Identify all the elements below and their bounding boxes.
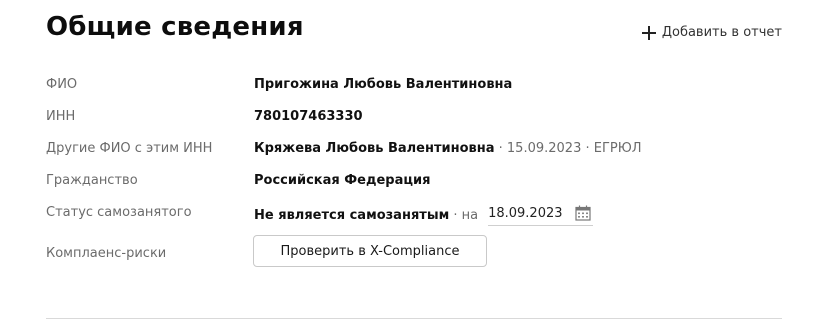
date-value: 18.09.2023 xyxy=(488,205,563,221)
inn-label: ИНН xyxy=(46,109,76,124)
citizenship-value: Российская Федерация xyxy=(254,173,431,188)
self-employed-label: Статус самозанятого xyxy=(46,205,192,220)
page-title: Общие сведения xyxy=(46,12,304,42)
calendar-icon[interactable] xyxy=(574,205,591,221)
fio-label: ФИО xyxy=(46,77,78,92)
other-names-meta: · 15.09.2023 · ЕГРЮЛ xyxy=(494,141,642,156)
self-employed-value-wrap: Не является самозанятым · на 18.09.2023 xyxy=(254,205,593,226)
citizenship-label: Гражданство xyxy=(46,173,138,188)
compliance-label: Комплаенс-риски xyxy=(46,246,167,261)
date-field[interactable]: 18.09.2023 xyxy=(488,205,593,226)
inn-value: 780107463330 xyxy=(254,109,363,124)
other-names-value-wrap: Кряжева Любовь Валентиновна · 15.09.2023… xyxy=(254,141,642,156)
fio-value-wrap: Пригожина Любовь Валентиновна xyxy=(254,77,512,92)
plus-icon xyxy=(641,25,656,40)
self-employed-on: · на xyxy=(449,208,479,223)
self-employed-value: Не является самозанятым xyxy=(254,208,450,223)
inn-value-wrap: 780107463330 xyxy=(254,109,363,124)
other-names-label: Другие ФИО с этим ИНН xyxy=(46,141,213,156)
fio-value: Пригожина Любовь Валентиновна xyxy=(254,77,513,92)
other-names-value: Кряжева Любовь Валентиновна xyxy=(254,141,495,156)
section-divider xyxy=(46,318,782,319)
citizenship-value-wrap: Российская Федерация xyxy=(254,173,430,188)
add-to-report-button[interactable]: Добавить в отчет xyxy=(641,25,782,40)
add-to-report-label: Добавить в отчет xyxy=(661,25,782,40)
check-x-compliance-button[interactable]: Проверить в X-Compliance xyxy=(253,235,487,267)
